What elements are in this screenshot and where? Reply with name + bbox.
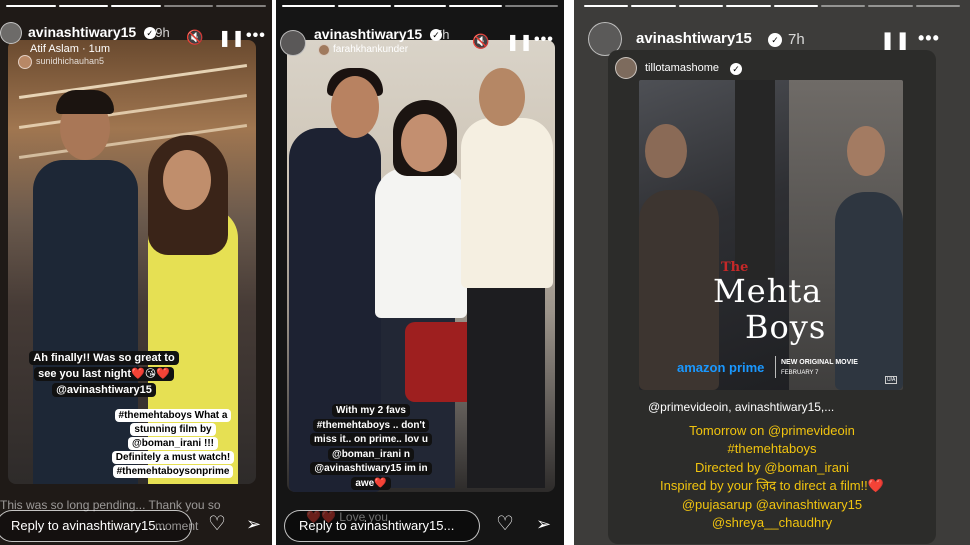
more-icon[interactable]: ••• [918,29,940,47]
story-progress [6,5,266,7]
mute-icon[interactable]: 🔇 [186,30,203,44]
avatar[interactable] [0,22,22,44]
story-caption-line: Inspired by your ज़िद to direct a film!!… [660,478,884,493]
music-label[interactable]: Atif Aslam · 1um [30,43,110,55]
story-progress [282,5,558,7]
story-panel-1: avinashtiwary15 ✓ 19h 🔇 ❚❚ ••• Atif Asla… [0,0,272,545]
rating-badge: U/A [885,376,898,384]
pause-icon[interactable]: ❚❚ [880,31,910,49]
pause-icon[interactable]: ❚❚ [506,35,533,51]
reshare-username[interactable]: farahkhankunder [333,44,408,55]
verified-icon: ✓ [768,33,782,47]
story-username[interactable]: avinashtiwary15 [314,26,422,42]
tagline-label: NEW ORIGINAL MOVIE [781,359,858,366]
story-username[interactable]: avinashtiwary15 [28,24,136,40]
post-mentions[interactable]: @primevideoin, avinashtiwary15,... [608,398,936,416]
movie-poster[interactable]: The Mehta Boys amazon prime NEW ORIGINAL… [639,80,903,390]
reshare-avatar [615,57,637,79]
reply-input[interactable]: Reply to avinashtiwary15... [284,510,480,542]
story-caption-line: @shreya__chaudhry [711,515,833,530]
story-caption-line: Directed by @boman_irani [694,460,850,475]
verified-icon: ✓ [730,63,742,75]
reshare-avatar [18,55,32,69]
mute-icon[interactable]: 🔇 [472,34,489,48]
reshare-username[interactable]: tillotamashome [645,62,719,74]
story-caption-line: @pujasarup @avinashtiwary15 [681,497,863,512]
sticker-hashtag: #themehtaboys What a stunning film by @b… [108,409,238,479]
date-label: FEBRUARY 7 [781,370,819,376]
story-time: 7h [435,27,450,42]
story-caption-line: Tomorrow on @primevideoin [689,423,855,438]
more-icon[interactable]: ••• [246,28,266,44]
pause-icon[interactable]: ❚❚ [218,31,245,47]
brand-label: amazon prime [677,360,765,375]
poster-title-line2: Boys [745,308,827,346]
story-progress [584,5,960,7]
story-caption-line: #themehtaboys [727,441,817,456]
more-icon[interactable]: ••• [534,32,554,48]
poster-title-line1: Mehta [713,272,823,310]
sticker-main: Ah finally!! Was so great to see you las… [24,350,184,398]
heart-icon[interactable]: ♡ [208,514,226,534]
story-username[interactable]: avinashtiwary15 [636,30,752,47]
avatar[interactable] [280,30,306,56]
story-time: 7h [788,31,805,48]
reshare-username[interactable]: sunidhichauhan5 [36,56,104,66]
moment-peek: moment [155,519,199,533]
reshare-avatar [318,44,330,56]
heart-icon[interactable]: ♡ [496,514,514,534]
send-icon[interactable]: ➢ [246,515,261,533]
story-time: 19h [148,25,170,40]
sticker-main: With my 2 favs #themehtaboys .. don't mi… [296,404,446,491]
send-icon[interactable]: ➢ [536,515,551,533]
